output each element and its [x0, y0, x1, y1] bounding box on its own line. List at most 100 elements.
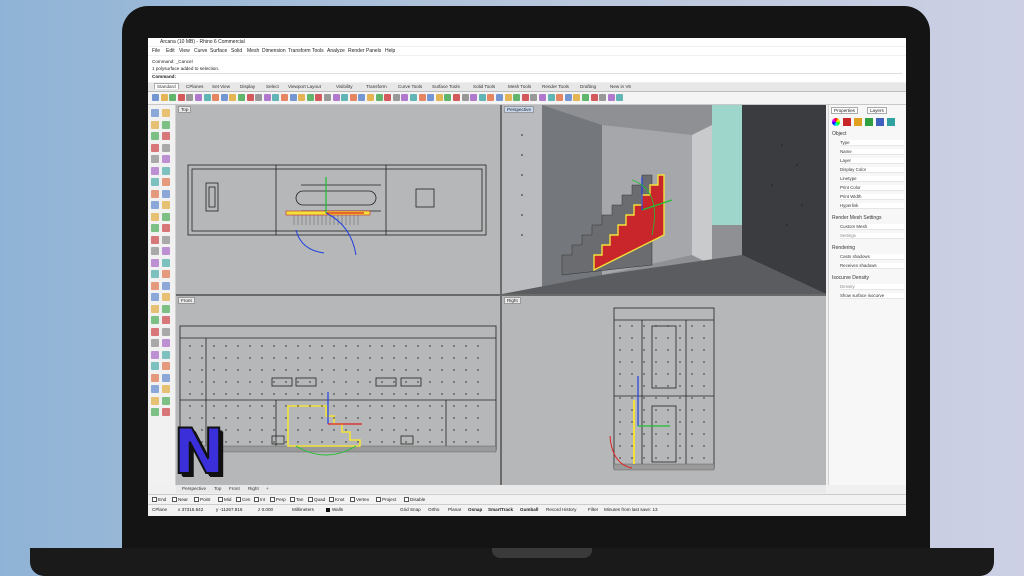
status-filter[interactable]: Filter [588, 507, 598, 512]
tab-curve-tools[interactable]: Curve Tools [398, 84, 422, 89]
toolbar-tool-icon[interactable] [186, 94, 194, 101]
texture-icon[interactable] [865, 118, 873, 126]
menu-surface[interactable]: Surface [210, 48, 227, 54]
menu-solid[interactable]: Solid [231, 48, 242, 54]
side-tool-icon[interactable] [162, 155, 170, 163]
side-tool-icon[interactable] [151, 408, 159, 416]
side-tool-icon[interactable] [151, 362, 159, 370]
light-icon[interactable] [854, 118, 862, 126]
field-linetype[interactable]: Linetype [840, 176, 904, 182]
command-prompt[interactable]: Command: [152, 73, 902, 79]
section-isocurve[interactable]: Isocurve Density [832, 275, 869, 281]
panel-tab-layers[interactable]: Layers [867, 107, 887, 114]
side-tool-icon[interactable] [162, 362, 170, 370]
side-tool-icon[interactable] [162, 224, 170, 232]
tab-select[interactable]: Select [266, 84, 279, 89]
field-print-width[interactable]: Print Width [840, 194, 904, 200]
side-tool-icon[interactable] [162, 281, 170, 290]
toolbar-tool-icon[interactable] [599, 94, 607, 101]
side-tool-icon[interactable] [151, 293, 159, 301]
menu-edit[interactable]: Edit [166, 48, 175, 54]
field-layer[interactable]: Layer [840, 158, 904, 164]
side-tool-icon[interactable] [151, 189, 159, 198]
section-object[interactable]: Object [832, 131, 846, 137]
toolbar-tool-icon[interactable] [177, 94, 185, 101]
toolbar-tool-icon[interactable] [298, 94, 306, 101]
toolbar-tool-icon[interactable] [590, 94, 598, 101]
field-print-color[interactable]: Print Color [840, 185, 904, 191]
status-planar[interactable]: Planar [448, 507, 461, 512]
tab-standard[interactable]: Standard [154, 83, 179, 89]
field-receives-shadows[interactable]: Receives shadows [840, 263, 904, 269]
side-tool-icon[interactable] [151, 327, 159, 336]
toolbar-tool-icon[interactable] [281, 94, 288, 101]
side-tool-icon[interactable] [162, 201, 170, 209]
toolbar-tool-icon[interactable] [539, 94, 546, 101]
toolbar-tool-icon[interactable] [229, 94, 237, 101]
side-tool-icon[interactable] [162, 247, 170, 255]
status-ortho[interactable]: Ortho [428, 507, 440, 512]
osnap-point[interactable]: Point [194, 497, 210, 503]
toolbar-tool-icon[interactable] [203, 94, 211, 101]
field-density[interactable]: Density [840, 284, 904, 290]
toolbar-tool-icon[interactable] [341, 94, 349, 101]
side-tool-icon[interactable] [151, 155, 159, 163]
field-display-color[interactable]: Display Color [840, 167, 904, 173]
side-tool-icon[interactable] [151, 178, 159, 186]
menu-help[interactable]: Help [385, 48, 395, 54]
toolbar-tool-icon[interactable] [332, 94, 340, 101]
toolbar-tool-icon[interactable] [547, 94, 555, 101]
toolbar-tool-icon[interactable] [564, 94, 572, 101]
side-tool-icon[interactable] [162, 396, 170, 405]
side-tool-icon[interactable] [151, 109, 159, 117]
viewport-top[interactable]: Top [176, 105, 500, 294]
side-tool-icon[interactable] [151, 339, 159, 347]
viewport-perspective[interactable]: Perspective [502, 105, 826, 294]
side-tool-icon[interactable] [162, 304, 170, 313]
field-name[interactable]: Name [840, 149, 904, 155]
tab-render-tools[interactable]: Render Tools [542, 84, 569, 89]
field-custom-mesh[interactable]: Custom Mesh [840, 224, 904, 230]
toolbar-tool-icon[interactable] [418, 94, 426, 101]
menu-curve[interactable]: Curve [194, 48, 207, 54]
toolbar-tool-icon[interactable] [410, 94, 417, 101]
status-osnap[interactable]: Osnap [468, 507, 482, 512]
menu-tools[interactable]: Tools [312, 48, 324, 54]
osnap-vertex[interactable]: Vertex [350, 497, 369, 503]
side-tool-icon[interactable] [151, 258, 159, 267]
tab-cplanes[interactable]: CPlanes [186, 84, 203, 89]
osnap-near[interactable]: Near [172, 497, 188, 503]
status-gumball[interactable]: Gumball [520, 507, 538, 512]
section-render-mesh[interactable]: Render Mesh Settings [832, 215, 881, 221]
tab-transform[interactable]: Transform [366, 84, 387, 89]
toolbar-tool-icon[interactable] [513, 94, 521, 101]
menu-dimension[interactable]: Dimension [262, 48, 286, 54]
menu-file[interactable]: File [152, 48, 160, 54]
viewport-label-front[interactable]: Front [178, 297, 195, 304]
vptab-right[interactable]: Right [248, 486, 259, 491]
menu-view[interactable]: View [179, 48, 190, 54]
tab-display[interactable]: Display [240, 84, 255, 89]
panel-tab-properties[interactable]: Properties [831, 107, 858, 114]
toolbar-tool-icon[interactable] [582, 94, 589, 101]
side-tool-icon[interactable] [162, 143, 170, 152]
toolbar-tool-icon[interactable] [444, 94, 452, 101]
menu-mesh[interactable]: Mesh [247, 48, 259, 54]
status-layer[interactable]: Walls [326, 507, 343, 512]
tab-new-in-v6[interactable]: New in V6 [610, 84, 631, 89]
osnap-project[interactable]: Project [376, 497, 396, 503]
toolbar-tool-icon[interactable] [367, 94, 374, 101]
side-tool-icon[interactable] [162, 235, 170, 244]
status-record-history[interactable]: Record History [546, 507, 576, 512]
osnap-quad[interactable]: Quad [308, 497, 325, 503]
side-tool-icon[interactable] [151, 373, 159, 382]
side-tool-icon[interactable] [162, 408, 170, 416]
toolbar-tool-icon[interactable] [220, 94, 228, 101]
toolbar-tool-icon[interactable] [272, 94, 280, 101]
color-wheel-icon[interactable] [832, 118, 840, 126]
osnap-tan[interactable]: Tan [290, 497, 303, 503]
tab-solid-tools[interactable]: Solid Tools [473, 84, 495, 89]
status-smarttrack[interactable]: SmartTrack [488, 507, 513, 512]
environment-icon[interactable] [887, 118, 895, 126]
side-tool-icon[interactable] [151, 270, 159, 278]
